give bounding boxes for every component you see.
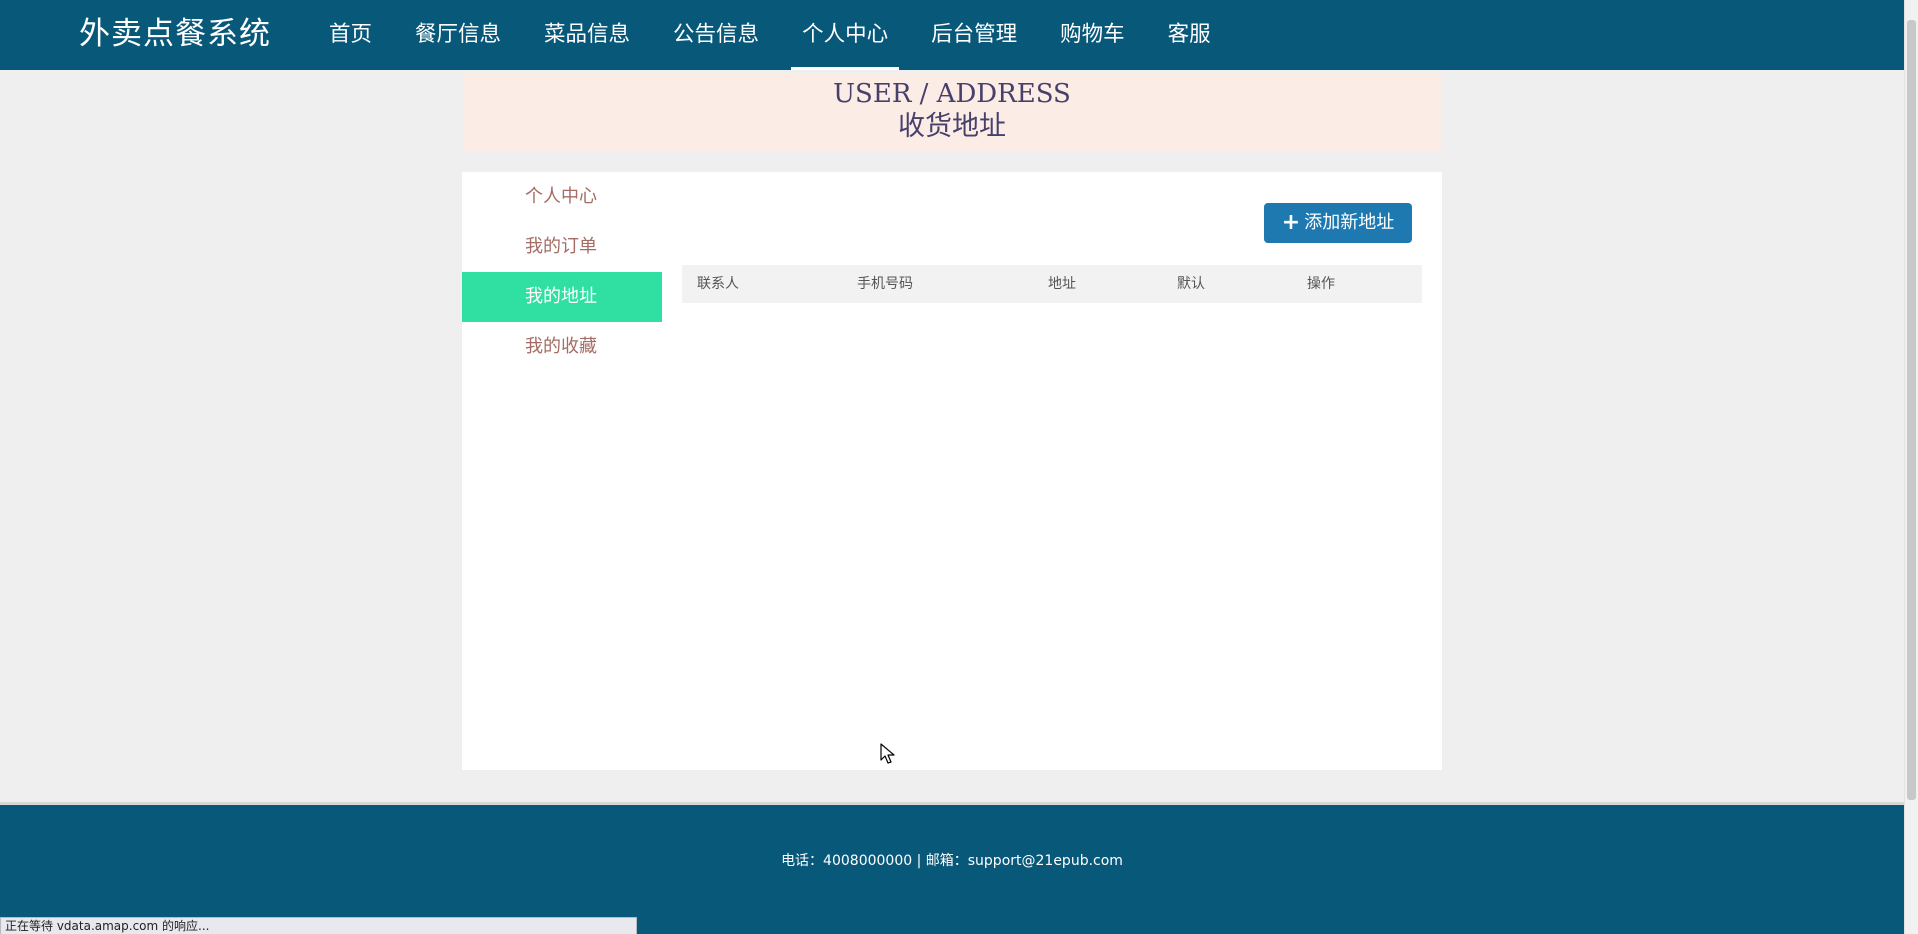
main-menu: 首页 餐厅信息 菜品信息 公告信息 个人中心 后台管理 购物车 客服 <box>318 0 1243 70</box>
menu-item-admin[interactable]: 后台管理 <box>920 0 1028 70</box>
column-header-contact: 联系人 <box>697 276 739 292</box>
sidebar-item-address[interactable]: 我的地址 <box>462 272 662 322</box>
banner-title-en: USER / ADDRESS <box>833 79 1071 109</box>
mouse-cursor-icon <box>880 743 895 764</box>
browser-status-bar: 正在等待 vdata.amap.com 的响应... <box>0 917 637 934</box>
menu-item-dishes[interactable]: 菜品信息 <box>533 0 641 70</box>
page-banner: USER / ADDRESS 收货地址 <box>463 73 1441 151</box>
content-panel: 个人中心 我的订单 我的地址 我的收藏 + 添加新地址 联系人 手机号码 地址 默… <box>462 172 1442 770</box>
page-footer: 电话：4008000000 | 邮箱：support@21epub.com <box>0 802 1904 934</box>
add-address-label: 添加新地址 <box>1304 212 1395 233</box>
site-brand[interactable]: 外卖点餐系统 <box>79 14 271 54</box>
user-sidebar: 个人中心 我的订单 我的地址 我的收藏 <box>462 172 662 372</box>
page-scrollbar[interactable] <box>1904 0 1918 934</box>
menu-item-announcements[interactable]: 公告信息 <box>662 0 770 70</box>
menu-item-home[interactable]: 首页 <box>318 0 383 70</box>
address-table-header: 联系人 手机号码 地址 默认 操作 <box>682 265 1422 303</box>
add-address-button[interactable]: + 添加新地址 <box>1264 203 1412 243</box>
sidebar-item-favorites[interactable]: 我的收藏 <box>462 322 662 372</box>
menu-item-restaurants[interactable]: 餐厅信息 <box>404 0 512 70</box>
top-navbar: 外卖点餐系统 首页 餐厅信息 菜品信息 公告信息 个人中心 后台管理 购物车 客… <box>0 0 1904 70</box>
scrollbar-thumb[interactable] <box>1907 20 1916 800</box>
plus-icon: + <box>1281 210 1301 235</box>
menu-item-user-center[interactable]: 个人中心 <box>791 0 900 70</box>
column-header-phone: 手机号码 <box>857 276 913 292</box>
column-header-default: 默认 <box>1177 276 1205 292</box>
menu-item-cart[interactable]: 购物车 <box>1049 0 1136 70</box>
footer-contact: 电话：4008000000 | 邮箱：support@21epub.com <box>781 853 1123 869</box>
column-header-actions: 操作 <box>1307 276 1335 292</box>
sidebar-item-user-center[interactable]: 个人中心 <box>462 172 662 222</box>
sidebar-item-orders[interactable]: 我的订单 <box>462 222 662 272</box>
menu-item-support[interactable]: 客服 <box>1157 0 1222 70</box>
banner-title-cn: 收货地址 <box>898 111 1006 142</box>
column-header-address: 地址 <box>1048 276 1076 292</box>
